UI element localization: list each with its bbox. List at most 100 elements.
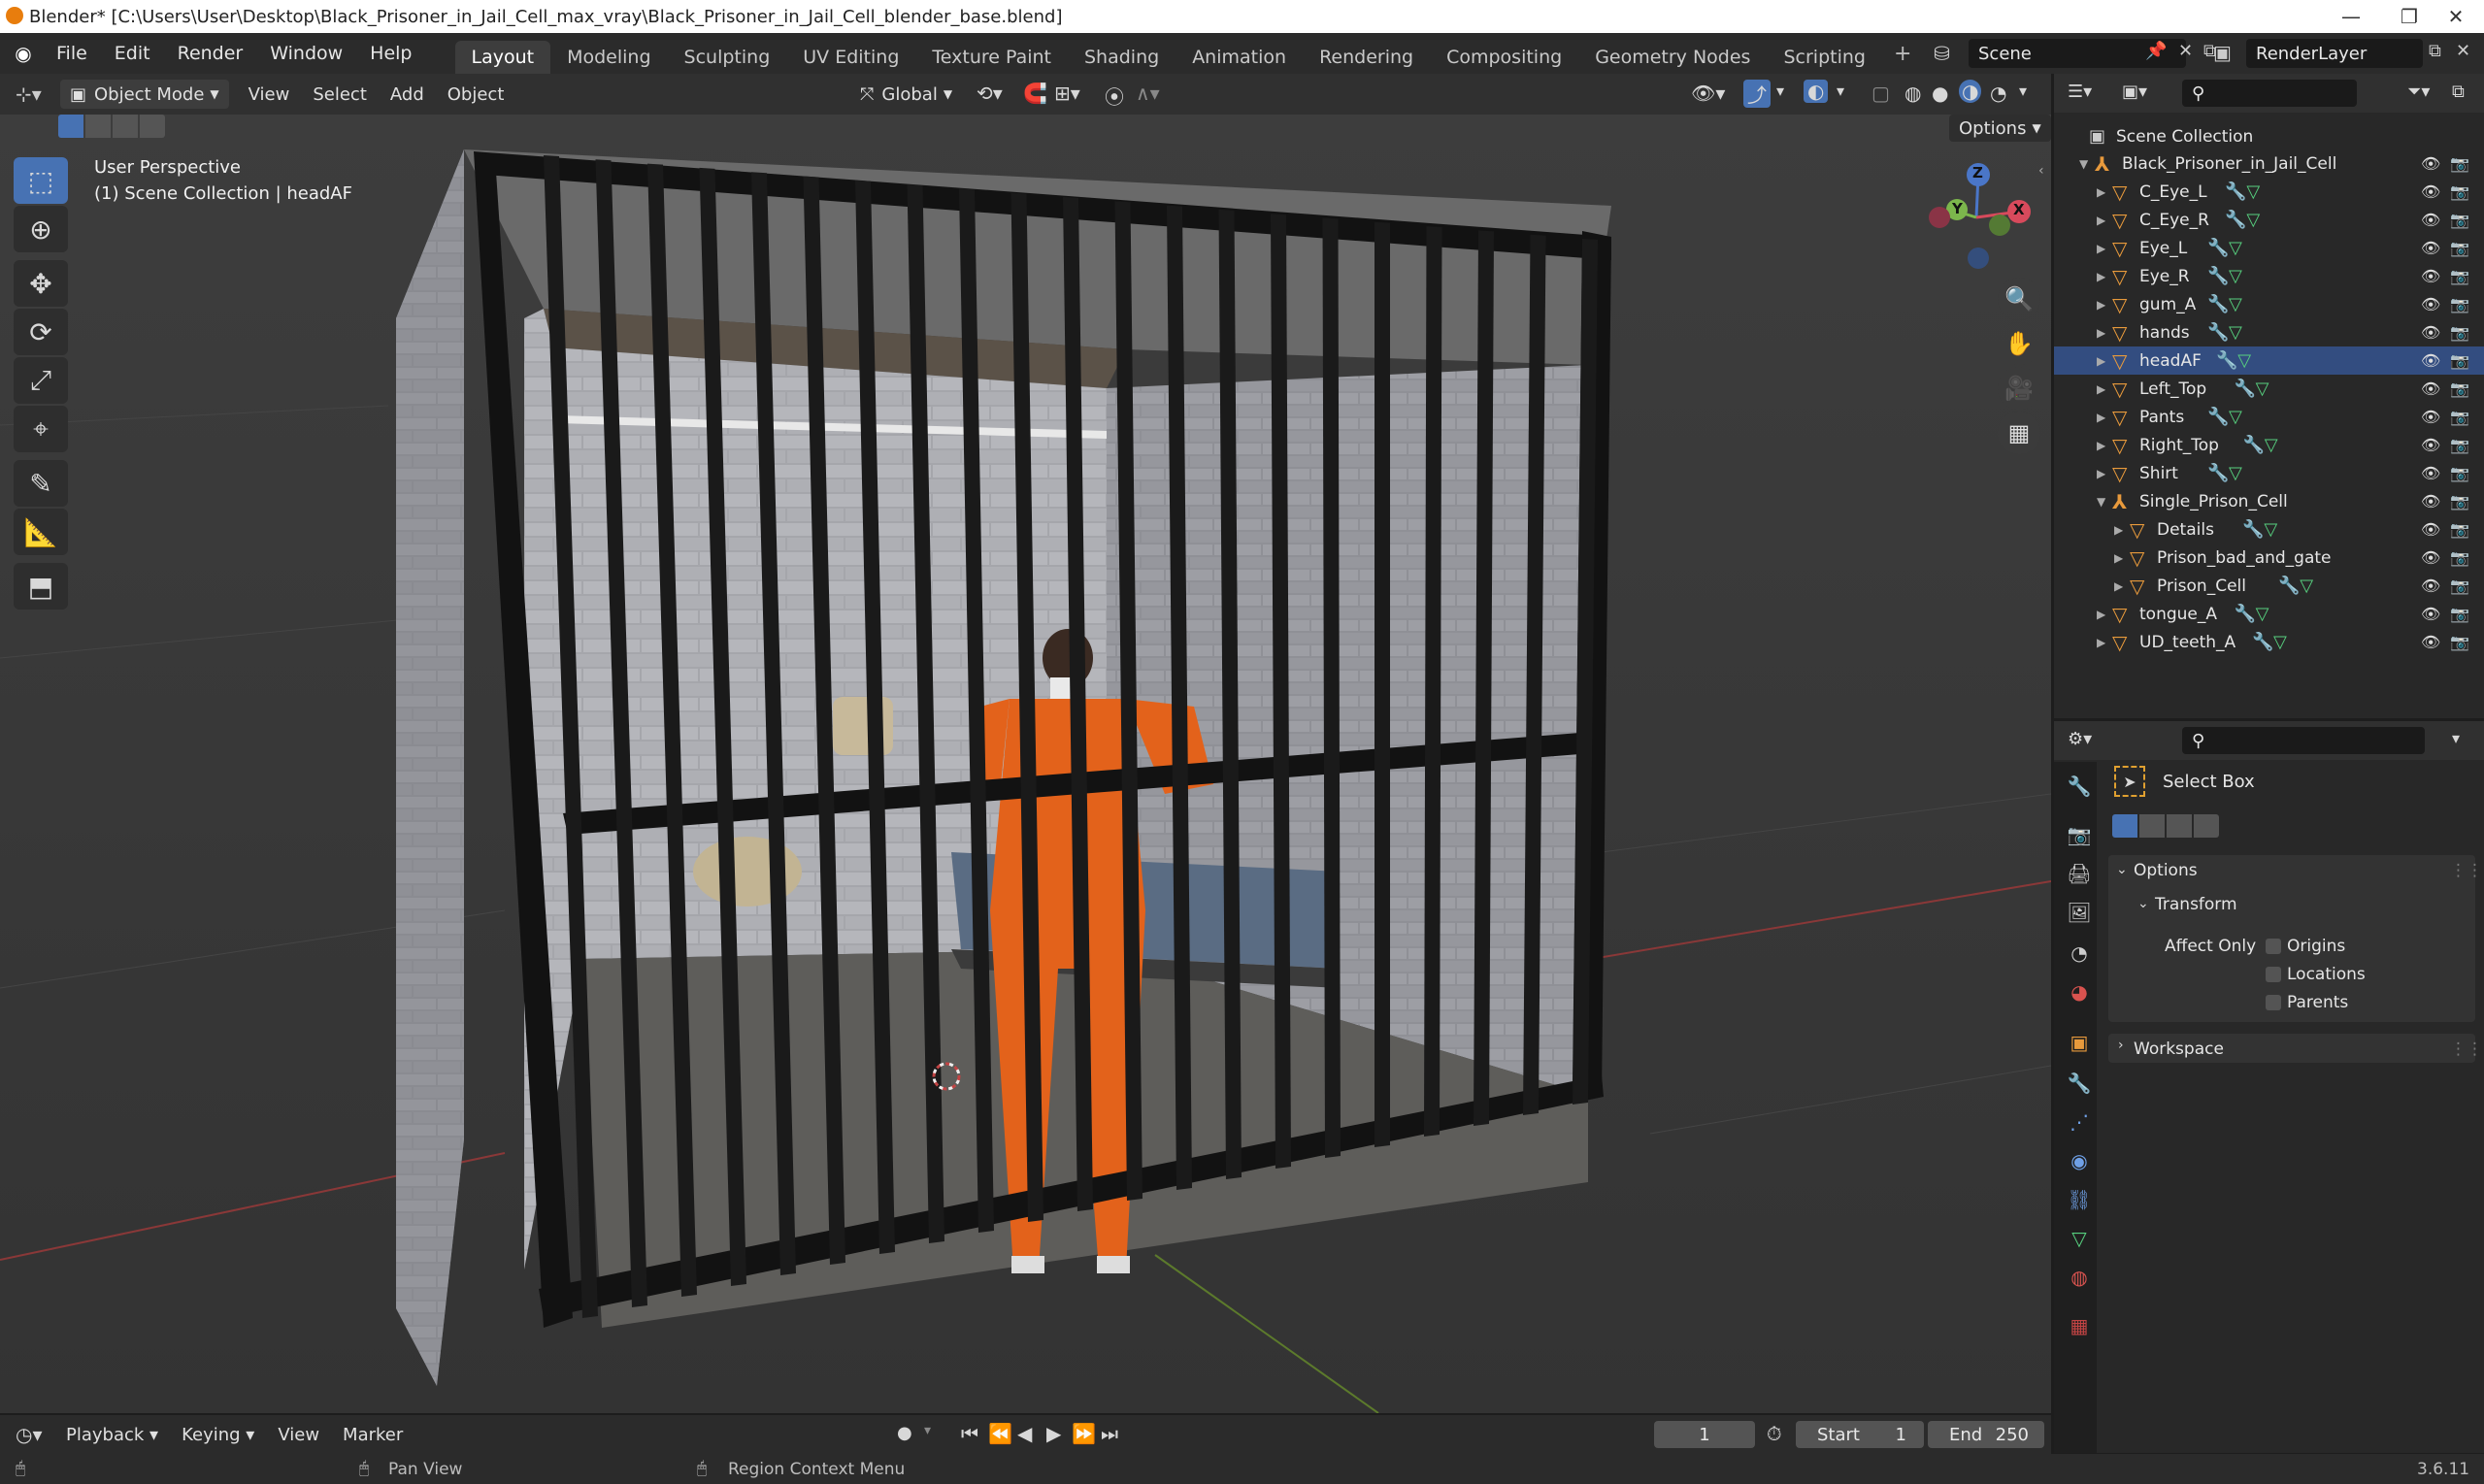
eye-icon[interactable]: 👁 [2421,492,2440,511]
tab-scripting[interactable]: Scripting [1767,41,1882,74]
object-tab-icon[interactable]: ▣ [2066,1029,2093,1056]
chevron-down-icon[interactable]: ▾ [1837,82,1844,100]
chevron-down-icon[interactable]: ⌄ [2116,862,2128,877]
outliner-item-c_eye_l[interactable]: ▶ ▽ C_Eye_L 🔧 ▽ 👁 📷 [2054,178,2484,206]
viewport-menu-view[interactable]: View [237,84,302,105]
tab-texture-paint[interactable]: Texture Paint [915,41,1068,74]
physics-tab-icon[interactable]: ◉ [2066,1147,2093,1174]
chevron-down-icon[interactable]: ▾ [2019,82,2027,100]
tab-geometry-nodes[interactable]: Geometry Nodes [1578,41,1767,74]
tab-rendering[interactable]: Rendering [1303,41,1430,74]
menu-help[interactable]: Help [356,43,425,64]
modifier-wrench-icon[interactable]: 🔧 [2235,604,2256,624]
select-extend-icon[interactable] [2139,814,2165,838]
collapsed-arrow-icon[interactable]: ▶ [2097,608,2105,621]
3d-viewport[interactable]: User Perspective (1) Scene Collection | … [0,115,2051,1413]
outliner-item-headaf[interactable]: ▶ ▽ headAF 🔧 ▽ 👁 📷 [2054,346,2484,375]
camera-icon[interactable]: 📷 [2450,154,2469,173]
transform-tool-icon[interactable]: ⌖ [14,406,68,452]
outliner-item-pants[interactable]: ▶ ▽ Pants 🔧 ▽ 👁 📷 [2054,403,2484,431]
outliner-item-single_prison_cell[interactable]: ▼ ⅄ Single_Prison_Cell 👁 📷 [2054,487,2484,515]
eye-icon[interactable]: 👁 [2421,239,2440,257]
texture-tab-icon[interactable]: ▦ [2066,1312,2093,1339]
camera-icon[interactable]: 📷 [2450,295,2469,313]
collapsed-arrow-icon[interactable]: ▶ [2097,326,2105,340]
view-layer-icon[interactable]: ▣ [2213,41,2232,64]
collapsed-arrow-icon[interactable]: ▶ [2097,439,2105,452]
view-layer-tab-icon[interactable]: 🖼 [2066,899,2093,926]
menu-window[interactable]: Window [256,43,356,64]
zoom-icon[interactable]: 🔍 [1998,278,2040,320]
expanded-arrow-icon[interactable]: ▼ [2079,157,2088,171]
properties-search-input[interactable]: ⚲ [2182,727,2425,754]
output-tab-icon[interactable]: 🖨 [2066,860,2093,887]
options-dropdown[interactable]: Options ▼ [1949,115,2051,142]
mesh-data-icon[interactable]: ▽ [2229,294,2242,314]
mesh-data-icon[interactable]: ▽ [2229,463,2242,483]
eye-icon[interactable]: 👁 [2421,520,2440,539]
next-keyframe-icon[interactable]: ⏩ [1072,1422,1096,1445]
collapsed-arrow-icon[interactable]: ▶ [2097,298,2105,312]
tab-uv-editing[interactable]: UV Editing [786,41,915,74]
visibility-icon[interactable]: 👁▾ [1691,82,1725,105]
modifier-wrench-icon[interactable]: 🔧 [2235,379,2256,399]
move-tool-icon[interactable]: ✥ [14,260,68,307]
outliner-editor-icon[interactable]: ☰▾ [2068,82,2092,102]
outliner-search-input[interactable]: ⚲ [2182,80,2357,107]
wireframe-shading-icon[interactable]: ◍ [1904,82,1921,105]
ortho-grid-icon[interactable]: ▦ [1998,412,2040,454]
pan-hand-icon[interactable]: ✋ [1998,322,2040,365]
modifier-wrench-icon[interactable]: 🔧 [2207,266,2229,286]
blender-menu-icon[interactable]: ◉ [12,42,35,65]
mesh-data-icon[interactable]: ▽ [2273,632,2287,652]
modifier-wrench-icon[interactable]: 🔧 [2207,238,2229,258]
collapsed-arrow-icon[interactable]: ▶ [2097,354,2105,368]
start-frame-field[interactable]: Start 1 [1796,1421,1924,1448]
drag-handle-icon[interactable]: ⋮⋮ [2450,1039,2483,1059]
mesh-data-icon[interactable]: ▽ [2256,379,2269,399]
outliner-item-prison_bad_and_gate[interactable]: ▶ ▽ Prison_bad_and_gate 👁 📷 [2054,544,2484,572]
outliner-item-tongue_a[interactable]: ▶ ▽ tongue_A 🔧 ▽ 👁 📷 [2054,600,2484,628]
mode-dropdown[interactable]: ▣ Object Mode ▼ [60,80,229,109]
camera-icon[interactable]: 📷 [2450,267,2469,285]
menu-render[interactable]: Render [164,43,257,64]
outliner-item-eye_r[interactable]: ▶ ▽ Eye_R 🔧 ▽ 👁 📷 [2054,262,2484,290]
camera-icon[interactable]: 📷 [2450,323,2469,342]
outliner-item-ud_teeth_a[interactable]: ▶ ▽ UD_teeth_A 🔧 ▽ 👁 📷 [2054,628,2484,656]
eye-icon[interactable]: 👁 [2421,154,2440,173]
constraints-tab-icon[interactable]: ⛓ [2066,1186,2093,1213]
camera-icon[interactable]: 📷 [2450,379,2469,398]
editor-type-icon[interactable]: ⊹▾ [16,82,50,106]
timeline-menu-keying[interactable]: Keying ▾ [170,1425,266,1445]
mesh-data-icon[interactable]: ▽ [2229,238,2242,258]
jump-end-icon[interactable]: ⏭ [1101,1422,1118,1445]
data-tab-icon[interactable]: ▽ [2066,1225,2093,1252]
auto-keying-icon[interactable]: ● [897,1423,912,1443]
rotate-tool-icon[interactable]: ⟳ [14,309,68,355]
pivot-point-icon[interactable]: ⟲▾ [977,82,1003,105]
minimize-button[interactable]: — [2322,0,2380,33]
render-layer-field[interactable]: RenderLayer [2246,39,2423,68]
camera-icon[interactable]: 📷 [2450,239,2469,257]
eye-icon[interactable]: 👁 [2421,182,2440,201]
checkbox-origins[interactable] [2266,939,2281,954]
add-workspace-button[interactable]: + [1882,42,1923,66]
modifier-wrench-icon[interactable]: 🔧 [2216,350,2237,371]
play-reverse-icon[interactable]: ◀ [1017,1422,1032,1445]
modifier-wrench-icon[interactable]: 🔧 [2242,519,2264,540]
collapsed-arrow-icon[interactable]: ▶ [2114,551,2123,565]
eye-icon[interactable]: 👁 [2421,351,2440,370]
eye-icon[interactable]: 👁 [2421,436,2440,454]
measure-tool-icon[interactable]: 📐 [14,509,68,555]
camera-icon[interactable]: 📷 [2450,436,2469,454]
particles-tab-icon[interactable]: ⋰ [2066,1108,2093,1136]
render-tab-icon[interactable]: 📷 [2066,821,2093,848]
drag-handle-icon[interactable]: ⋮⋮ [2450,861,2483,880]
collapsed-arrow-icon[interactable]: ▶ [2097,467,2105,480]
modifier-wrench-icon[interactable]: 🔧 [2225,181,2246,202]
camera-icon[interactable]: 📷 [2450,520,2469,539]
select-new-icon[interactable] [58,115,83,138]
menu-file[interactable]: File [43,43,101,64]
modifier-wrench-icon[interactable]: 🔧 [2243,435,2265,455]
display-mode-icon[interactable]: ▣▾ [2122,82,2147,102]
